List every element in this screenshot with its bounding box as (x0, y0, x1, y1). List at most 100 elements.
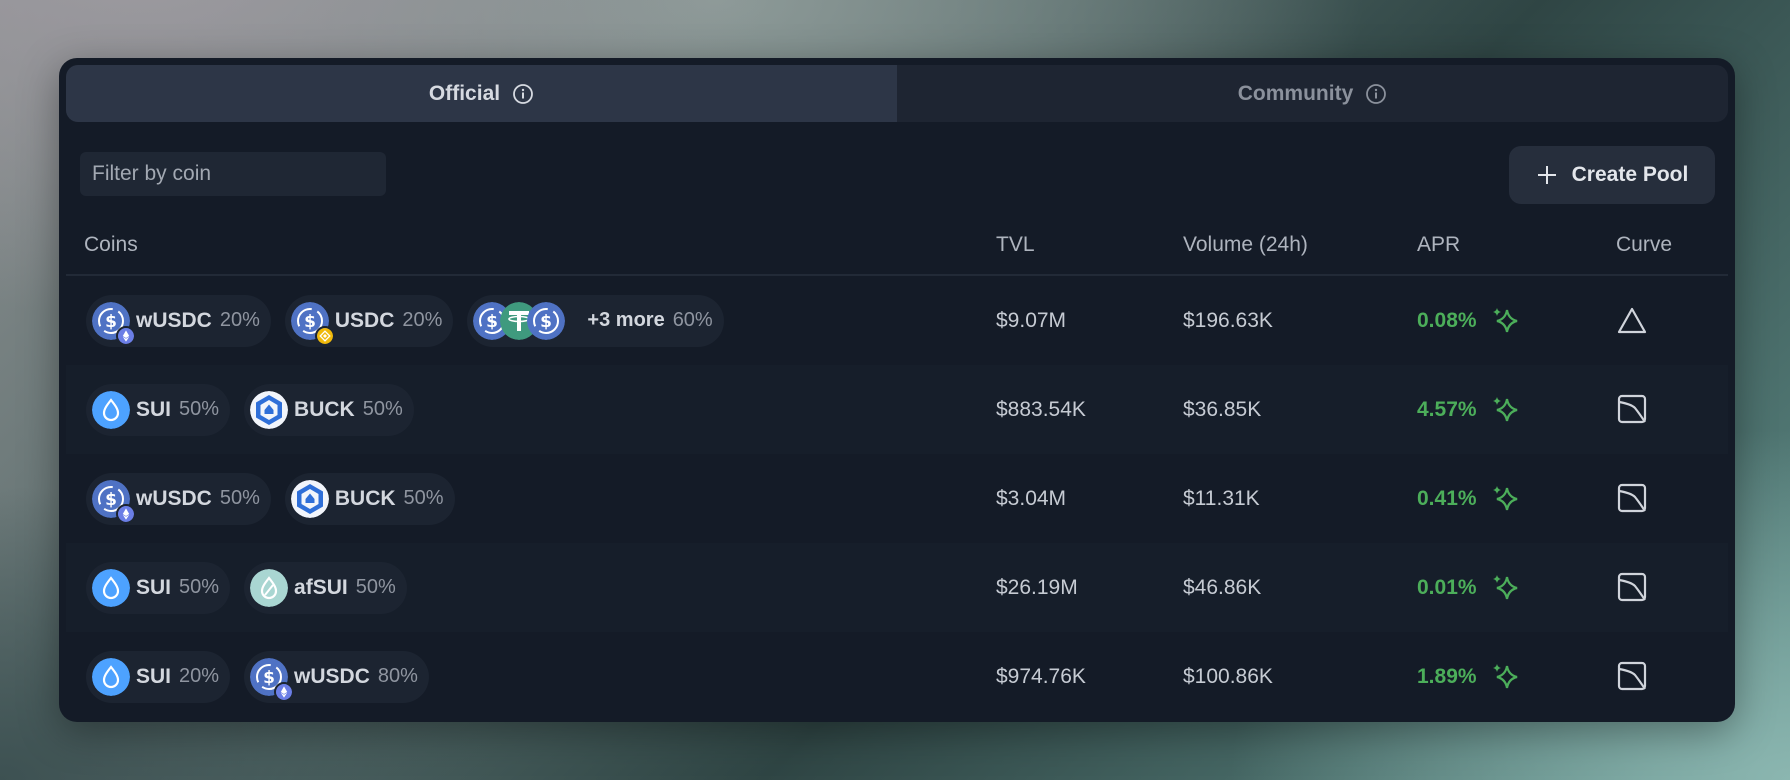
coin-list: SUI 50% afSUI 50% (86, 543, 407, 632)
coin-chip[interactable]: BUCK 50% (284, 472, 455, 525)
coin-symbol: wUSDC (136, 308, 212, 332)
tvl-value: $9.07M (996, 309, 1067, 332)
sui-icon (92, 568, 130, 607)
tvl-value: $3.04M (996, 487, 1067, 510)
apr-value: 0.01% (1417, 575, 1477, 599)
column-header-coins[interactable]: Coins (84, 216, 138, 274)
create-pool-label: Create Pool (1571, 163, 1689, 186)
sui-icon (92, 657, 130, 696)
apr-value: 0.08% (1417, 308, 1477, 332)
column-header-apr[interactable]: APR (1417, 216, 1460, 274)
apr-value: 1.89% (1417, 664, 1477, 688)
stable-curve-icon[interactable] (1616, 571, 1648, 603)
table-row[interactable]: $ wUSDC 20% $ USDC 20% $ $ +3 more 60% $… (66, 276, 1728, 365)
coin-chip[interactable]: $ wUSDC 80% (244, 650, 429, 703)
pool-tabs: Official Community (66, 65, 1728, 122)
table-row[interactable]: SUI 50% BUCK 50% $883.54K $36.85K 4.57% (66, 365, 1728, 454)
column-header-curve[interactable]: Curve (1616, 216, 1672, 274)
coin-chip[interactable]: afSUI 50% (244, 561, 407, 614)
volume-value: $100.86K (1183, 665, 1273, 688)
coin-list: $ wUSDC 50% BUCK 50% (86, 454, 455, 543)
coin-symbol: wUSDC (136, 486, 212, 510)
stable-curve-icon[interactable] (1616, 660, 1648, 692)
usdc-icon: $ (527, 301, 566, 340)
usdc-icon: $ (290, 301, 335, 346)
coin-list: $ wUSDC 20% $ USDC 20% $ $ +3 more 60% (86, 276, 724, 365)
bnb-badge-icon (314, 325, 335, 346)
eth-badge-icon (116, 503, 136, 524)
coin-weight: 50% (179, 398, 220, 420)
svg-text:$: $ (105, 312, 117, 332)
info-icon[interactable] (512, 83, 534, 105)
tab-community[interactable]: Community (897, 65, 1728, 122)
coin-symbol: wUSDC (294, 664, 370, 688)
coin-chip[interactable]: SUI 50% (86, 561, 231, 614)
coin-weight: 50% (219, 487, 260, 509)
afsui-icon (250, 568, 289, 607)
tab-community-label: Community (1237, 81, 1354, 105)
column-header-tvl[interactable]: TVL (996, 216, 1035, 274)
filter-coin-input[interactable] (80, 152, 386, 196)
sparkle-icon[interactable] (1491, 662, 1521, 692)
apr-cell: 0.08% (1417, 276, 1521, 365)
coin-weight: 80% (377, 665, 418, 687)
tvl-value: $974.76K (996, 665, 1086, 688)
stable-curve-icon[interactable] (1616, 482, 1648, 514)
coin-chip-more[interactable]: $ $ +3 more 60% (467, 294, 724, 347)
svg-text:$: $ (105, 490, 117, 510)
usdc-icon: $ (250, 657, 295, 702)
apr-cell: 4.57% (1417, 365, 1521, 454)
coin-weight: 50% (355, 576, 396, 598)
coin-weight: 20% (219, 309, 260, 331)
triangle-icon[interactable] (1616, 304, 1648, 336)
stacked-coin-icons: $ $ (473, 301, 577, 340)
sparkle-icon[interactable] (1491, 573, 1521, 603)
table-row[interactable]: SUI 50% afSUI 50% $26.19M $46.86K 0.01% (66, 543, 1728, 632)
coin-weight: 50% (179, 576, 220, 598)
coin-chip[interactable]: SUI 50% (86, 383, 231, 436)
coin-chip[interactable]: BUCK 50% (244, 383, 414, 436)
coin-chip[interactable]: $ wUSDC 20% (86, 294, 271, 347)
tab-official-label: Official (428, 81, 501, 105)
create-pool-button[interactable]: Create Pool (1509, 146, 1715, 204)
apr-cell: 1.89% (1417, 632, 1521, 721)
column-header-volume[interactable]: Volume (24h) (1183, 216, 1308, 274)
buck-icon (250, 390, 289, 429)
eth-badge-icon (274, 681, 295, 702)
apr-value: 0.41% (1417, 486, 1477, 510)
coin-list: SUI 20% $ wUSDC 80% (86, 632, 429, 721)
volume-value: $36.85K (1183, 398, 1262, 421)
coin-chip[interactable]: $ wUSDC 50% (86, 472, 271, 525)
tab-official[interactable]: Official (66, 65, 897, 122)
apr-cell: 0.01% (1417, 543, 1521, 632)
svg-text:$: $ (541, 312, 553, 332)
coin-weight: 60% (672, 309, 713, 331)
sparkle-icon[interactable] (1491, 484, 1521, 514)
toolbar: Create Pool (59, 134, 1735, 206)
coin-symbol: USDC (334, 308, 395, 332)
volume-value: $196.63K (1183, 309, 1273, 332)
coin-weight: 50% (403, 487, 444, 509)
coin-weight: 50% (362, 398, 403, 420)
apr-cell: 0.41% (1417, 454, 1521, 543)
table-row[interactable]: $ wUSDC 50% BUCK 50% $3.04M $11.31K 0.41… (66, 454, 1728, 543)
usdc-icon: $ (92, 301, 136, 346)
tvl-value: $26.19M (996, 576, 1078, 599)
coin-symbol: BUCK (334, 486, 396, 510)
coin-chip[interactable]: $ USDC 20% (284, 294, 454, 347)
sparkle-icon[interactable] (1491, 306, 1521, 336)
coin-chip[interactable]: SUI 20% (86, 650, 231, 703)
sparkle-icon[interactable] (1491, 395, 1521, 425)
more-coins-label: +3 more (587, 309, 665, 331)
coin-symbol: SUI (136, 664, 172, 688)
table-header: Coins TVL Volume (24h) APR Curve (66, 216, 1728, 276)
svg-text:$: $ (304, 312, 316, 332)
info-icon[interactable] (1365, 83, 1387, 105)
svg-text:$: $ (263, 668, 275, 688)
svg-text:$: $ (487, 312, 499, 332)
buck-icon (290, 479, 329, 518)
volume-value: $11.31K (1183, 487, 1260, 510)
coin-weight: 20% (179, 665, 220, 687)
stable-curve-icon[interactable] (1616, 393, 1648, 425)
table-row[interactable]: SUI 20% $ wUSDC 80% $974.76K $100.86K 1.… (66, 632, 1728, 721)
